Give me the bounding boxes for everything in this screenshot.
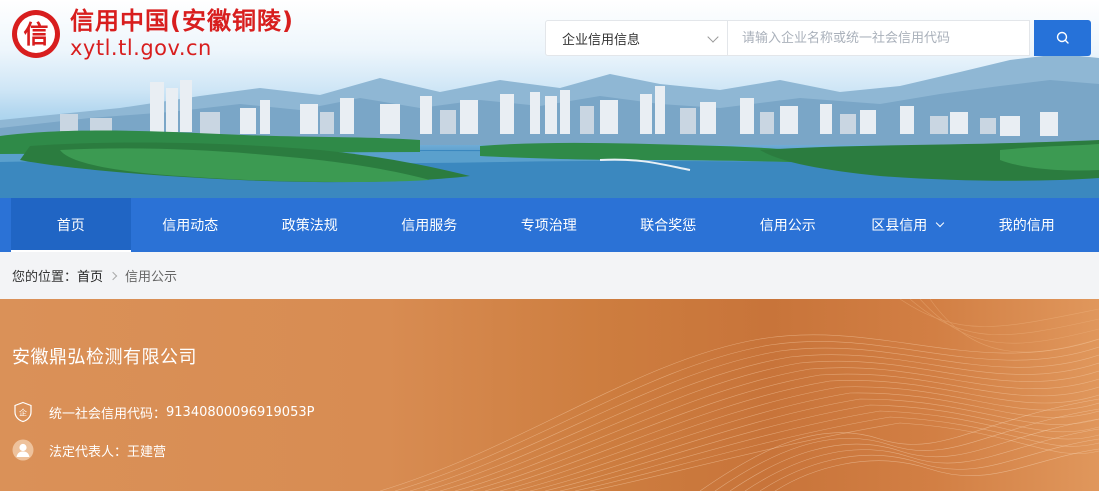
company-name: 安徽鼎弘检测有限公司 [12, 347, 197, 368]
credit-code-label: 统一社会信用代码： [49, 406, 167, 422]
nav-item-credit-service[interactable]: 信用服务 [370, 198, 490, 252]
nav-item-joint-rewards[interactable]: 联合奖惩 [609, 198, 729, 252]
nav-item-credit-publicity[interactable]: 信用公示 [728, 198, 848, 252]
nav-item-label: 信用动态 [162, 218, 219, 234]
nav-item-label: 区县信用 [871, 218, 928, 234]
nav-item-my-credit[interactable]: 我的信用 [967, 198, 1087, 252]
credit-code-row: 企 统一社会信用代码： 91340800096919053P [12, 401, 314, 423]
main-nav: 首页 信用动态 政策法规 信用服务 专项治理 联合奖惩 信用公示 区县信用 我的… [0, 198, 1099, 252]
header-banner: 信 信用中国(安徽铜陵) xytl.tl.gov.cn 企业信用信息 [0, 0, 1099, 198]
nav-item-special-governance[interactable]: 专项治理 [489, 198, 609, 252]
site-title: 信用中国(安徽铜陵) [70, 7, 294, 35]
nav-item-home[interactable]: 首页 [11, 198, 131, 252]
search-icon [1056, 31, 1069, 44]
search-category-select[interactable]: 企业信用信息 [545, 20, 728, 56]
logo-glyph: 信 [23, 20, 48, 49]
legal-rep-label: 法定代表人： [49, 444, 128, 460]
chevron-down-icon [936, 218, 945, 228]
chevron-down-icon [707, 31, 719, 43]
nav-item-label: 首页 [56, 218, 85, 234]
enterprise-shield-icon: 企 [12, 401, 34, 423]
nav-item-label: 我的信用 [998, 218, 1055, 234]
nav-item-policy[interactable]: 政策法规 [250, 198, 370, 252]
breadcrumb-prefix: 您的位置： [12, 270, 78, 285]
nav-item-label: 联合奖惩 [640, 218, 697, 234]
breadcrumb-current: 信用公示 [125, 270, 178, 285]
site-url: xytl.tl.gov.cn [70, 36, 212, 60]
breadcrumb-home-link[interactable]: 首页 [77, 266, 103, 285]
nav-item-county-credit[interactable]: 区县信用 [848, 198, 968, 252]
site-logo[interactable]: 信 信用中国(安徽铜陵) xytl.tl.gov.cn [10, 7, 294, 61]
person-avatar-icon [12, 439, 34, 461]
nav-item-label: 信用公示 [759, 218, 816, 234]
credit-code-value: 91340800096919053P [166, 404, 315, 420]
breadcrumb: 您的位置： 首页 信用公示 [0, 252, 1099, 299]
legal-rep-row: 法定代表人： 王建营 [12, 439, 166, 461]
search-bar: 企业信用信息 [545, 20, 1091, 56]
company-header-panel: 安徽鼎弘检测有限公司 企 统一社会信用代码： 91340800096919053… [0, 299, 1099, 491]
search-button[interactable] [1034, 20, 1091, 56]
search-category-value: 企业信用信息 [562, 32, 641, 48]
legal-rep-value: 王建营 [127, 444, 167, 460]
nav-item-label: 专项治理 [520, 218, 577, 234]
nav-item-label: 政策法规 [281, 218, 338, 234]
credit-logo-icon: 信 [10, 8, 62, 60]
chevron-right-icon [108, 271, 118, 280]
nav-item-label: 信用服务 [401, 218, 458, 234]
search-input[interactable] [728, 20, 1030, 56]
svg-text:企: 企 [19, 408, 27, 418]
wave-pattern-decoration [379, 299, 1099, 491]
nav-item-credit-news[interactable]: 信用动态 [131, 198, 251, 252]
